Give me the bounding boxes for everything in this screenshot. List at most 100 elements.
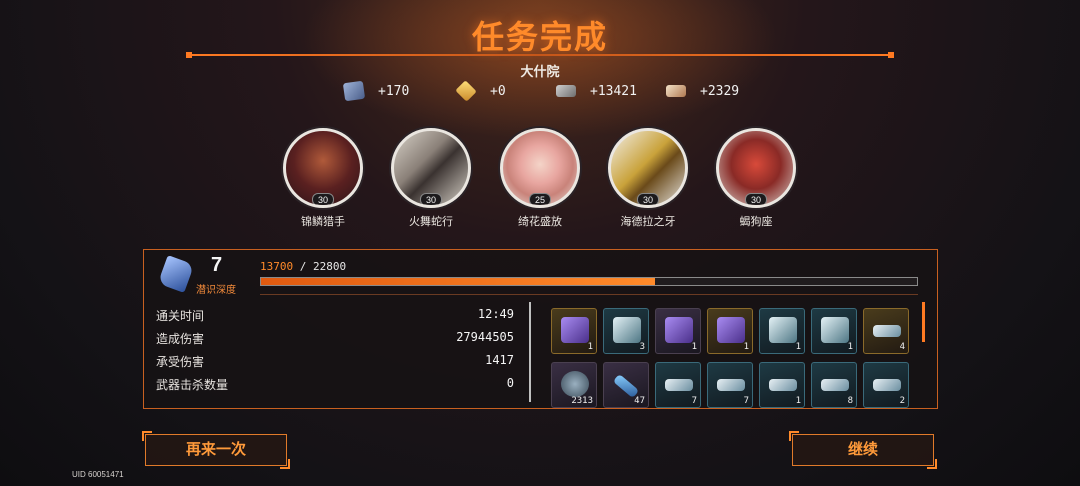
item-slot[interactable]: 1 [759,362,805,408]
level-badge: 30 [420,193,442,205]
character-slot[interactable]: 30 蝎狗座 [711,128,801,229]
item-slot[interactable]: 3 [603,308,649,354]
gun-icon [821,379,849,391]
character-slot[interactable]: 30 锦鳞猎手 [278,128,368,229]
reward-value: +13421 [590,83,637,99]
title-divider [186,52,894,58]
stat-value: 12:49 [477,307,514,321]
item-slot[interactable]: 47 [603,362,649,408]
item-count: 2313 [571,396,593,406]
item-count: 1 [795,342,801,352]
reward-value: +170 [378,83,410,99]
item-slot[interactable]: 2313 [551,362,597,408]
reward-value: +0 [490,83,506,99]
stat-row: 承受伤害 1417 [144,350,528,373]
character-slot[interactable]: 25 绮花盛放 [495,128,585,229]
character-name: 海德拉之牙 [620,216,676,228]
reward-bar: +170 +0 +13421 +2329 [0,80,1080,102]
character-name: 绮花盛放 [518,216,562,228]
gun-icon [717,379,745,391]
stat-row: 武器击杀数量 0 [144,373,528,396]
xp-max: / 22800 [299,260,347,273]
page-title: 任务完成 [471,19,608,55]
stat-label: 造成伤害 [156,332,205,346]
item-count: 47 [634,396,645,406]
stats-list: 通关时间 12:49 造成伤害 27944505 承受伤害 1417 武器击杀数… [144,304,528,396]
item-slot[interactable]: 2 [863,362,909,408]
stat-label: 武器击杀数量 [156,378,229,392]
item-count: 1 [691,342,697,352]
silver-box-icon [613,317,641,343]
item-count: 1 [847,342,853,352]
item-slot[interactable]: 7 [655,362,701,408]
crystal-icon [157,255,195,293]
item-slot[interactable]: 1 [759,308,805,354]
header-divider [260,294,918,295]
stat-value: 1417 [485,353,514,367]
cube-icon [342,80,366,102]
item-slot[interactable]: 1 [551,308,597,354]
reward-ticket: +2329 [666,80,739,102]
location-label: 大什院 [520,64,560,79]
gun-icon [873,379,901,391]
stat-label: 承受伤害 [156,355,205,369]
item-slot[interactable]: 8 [811,362,857,408]
items-scrollbar[interactable] [922,302,925,342]
purple-box-icon [717,317,745,343]
stats-scrollbar[interactable] [529,302,531,402]
reward-value: +2329 [700,83,740,99]
xp-text: 13700 / 22800 [260,260,346,273]
orb-icon [561,371,589,397]
stat-row: 通关时间 12:49 [144,304,528,327]
level-badge: 30 [637,193,659,205]
level-badge: 30 [312,193,334,205]
silver-box-icon [769,317,797,343]
depth-header: 7 潜识深度 13700 / 22800 [144,250,937,298]
gun-icon [769,379,797,391]
item-count: 8 [847,396,853,406]
gem-icon [455,80,477,102]
wrench-icon [612,373,640,399]
purple-box-icon [665,317,693,343]
stat-value: 27944505 [456,330,514,344]
character-portrait: 30 [283,128,363,208]
rifle-icon [873,325,901,337]
depth-value: 7 [211,254,223,276]
item-slot[interactable]: 7 [707,362,753,408]
ticket-icon [666,85,686,97]
character-name: 蝎狗座 [739,216,773,228]
xp-current: 13700 [260,260,294,273]
character-slot[interactable]: 30 火舞蛇行 [386,128,476,229]
character-name: 锦鳞猎手 [301,216,345,228]
purple-box-icon [561,317,589,343]
item-count: 1 [587,342,593,352]
item-slot[interactable]: 1 [707,308,753,354]
character-portrait: 25 [500,128,580,208]
user-id: UID 60051471 [72,470,124,479]
level-badge: 30 [745,193,767,205]
xp-progress-bar [260,277,918,286]
chip-icon [556,85,576,97]
character-slot[interactable]: 30 海德拉之牙 [603,128,693,229]
reward-chip: +13421 [556,80,637,102]
item-slot[interactable]: 1 [655,308,701,354]
gun-icon [665,379,693,391]
reward-gem: +0 [455,80,506,102]
depth-label: 潜识深度 [196,285,236,296]
item-grid: 1 3 1 1 1 1 4 2313 47 7 7 1 8 2 [551,308,921,408]
stat-row: 造成伤害 27944505 [144,327,528,350]
item-count: 7 [743,396,749,406]
xp-progress-fill [261,278,656,285]
continue-button[interactable]: 继续 [789,431,937,469]
stat-label: 通关时间 [156,309,205,323]
result-panel: 7 潜识深度 13700 / 22800 通关时间 12:49 造成伤害 279… [143,249,938,409]
item-slot[interactable]: 1 [811,308,857,354]
item-count: 7 [691,396,697,406]
item-count: 4 [899,342,905,352]
item-count: 2 [899,396,905,406]
item-slot[interactable]: 4 [863,308,909,354]
character-name: 火舞蛇行 [409,216,453,228]
level-badge: 25 [529,193,551,205]
retry-button[interactable]: 再来一次 [142,431,290,469]
item-count: 1 [743,342,749,352]
